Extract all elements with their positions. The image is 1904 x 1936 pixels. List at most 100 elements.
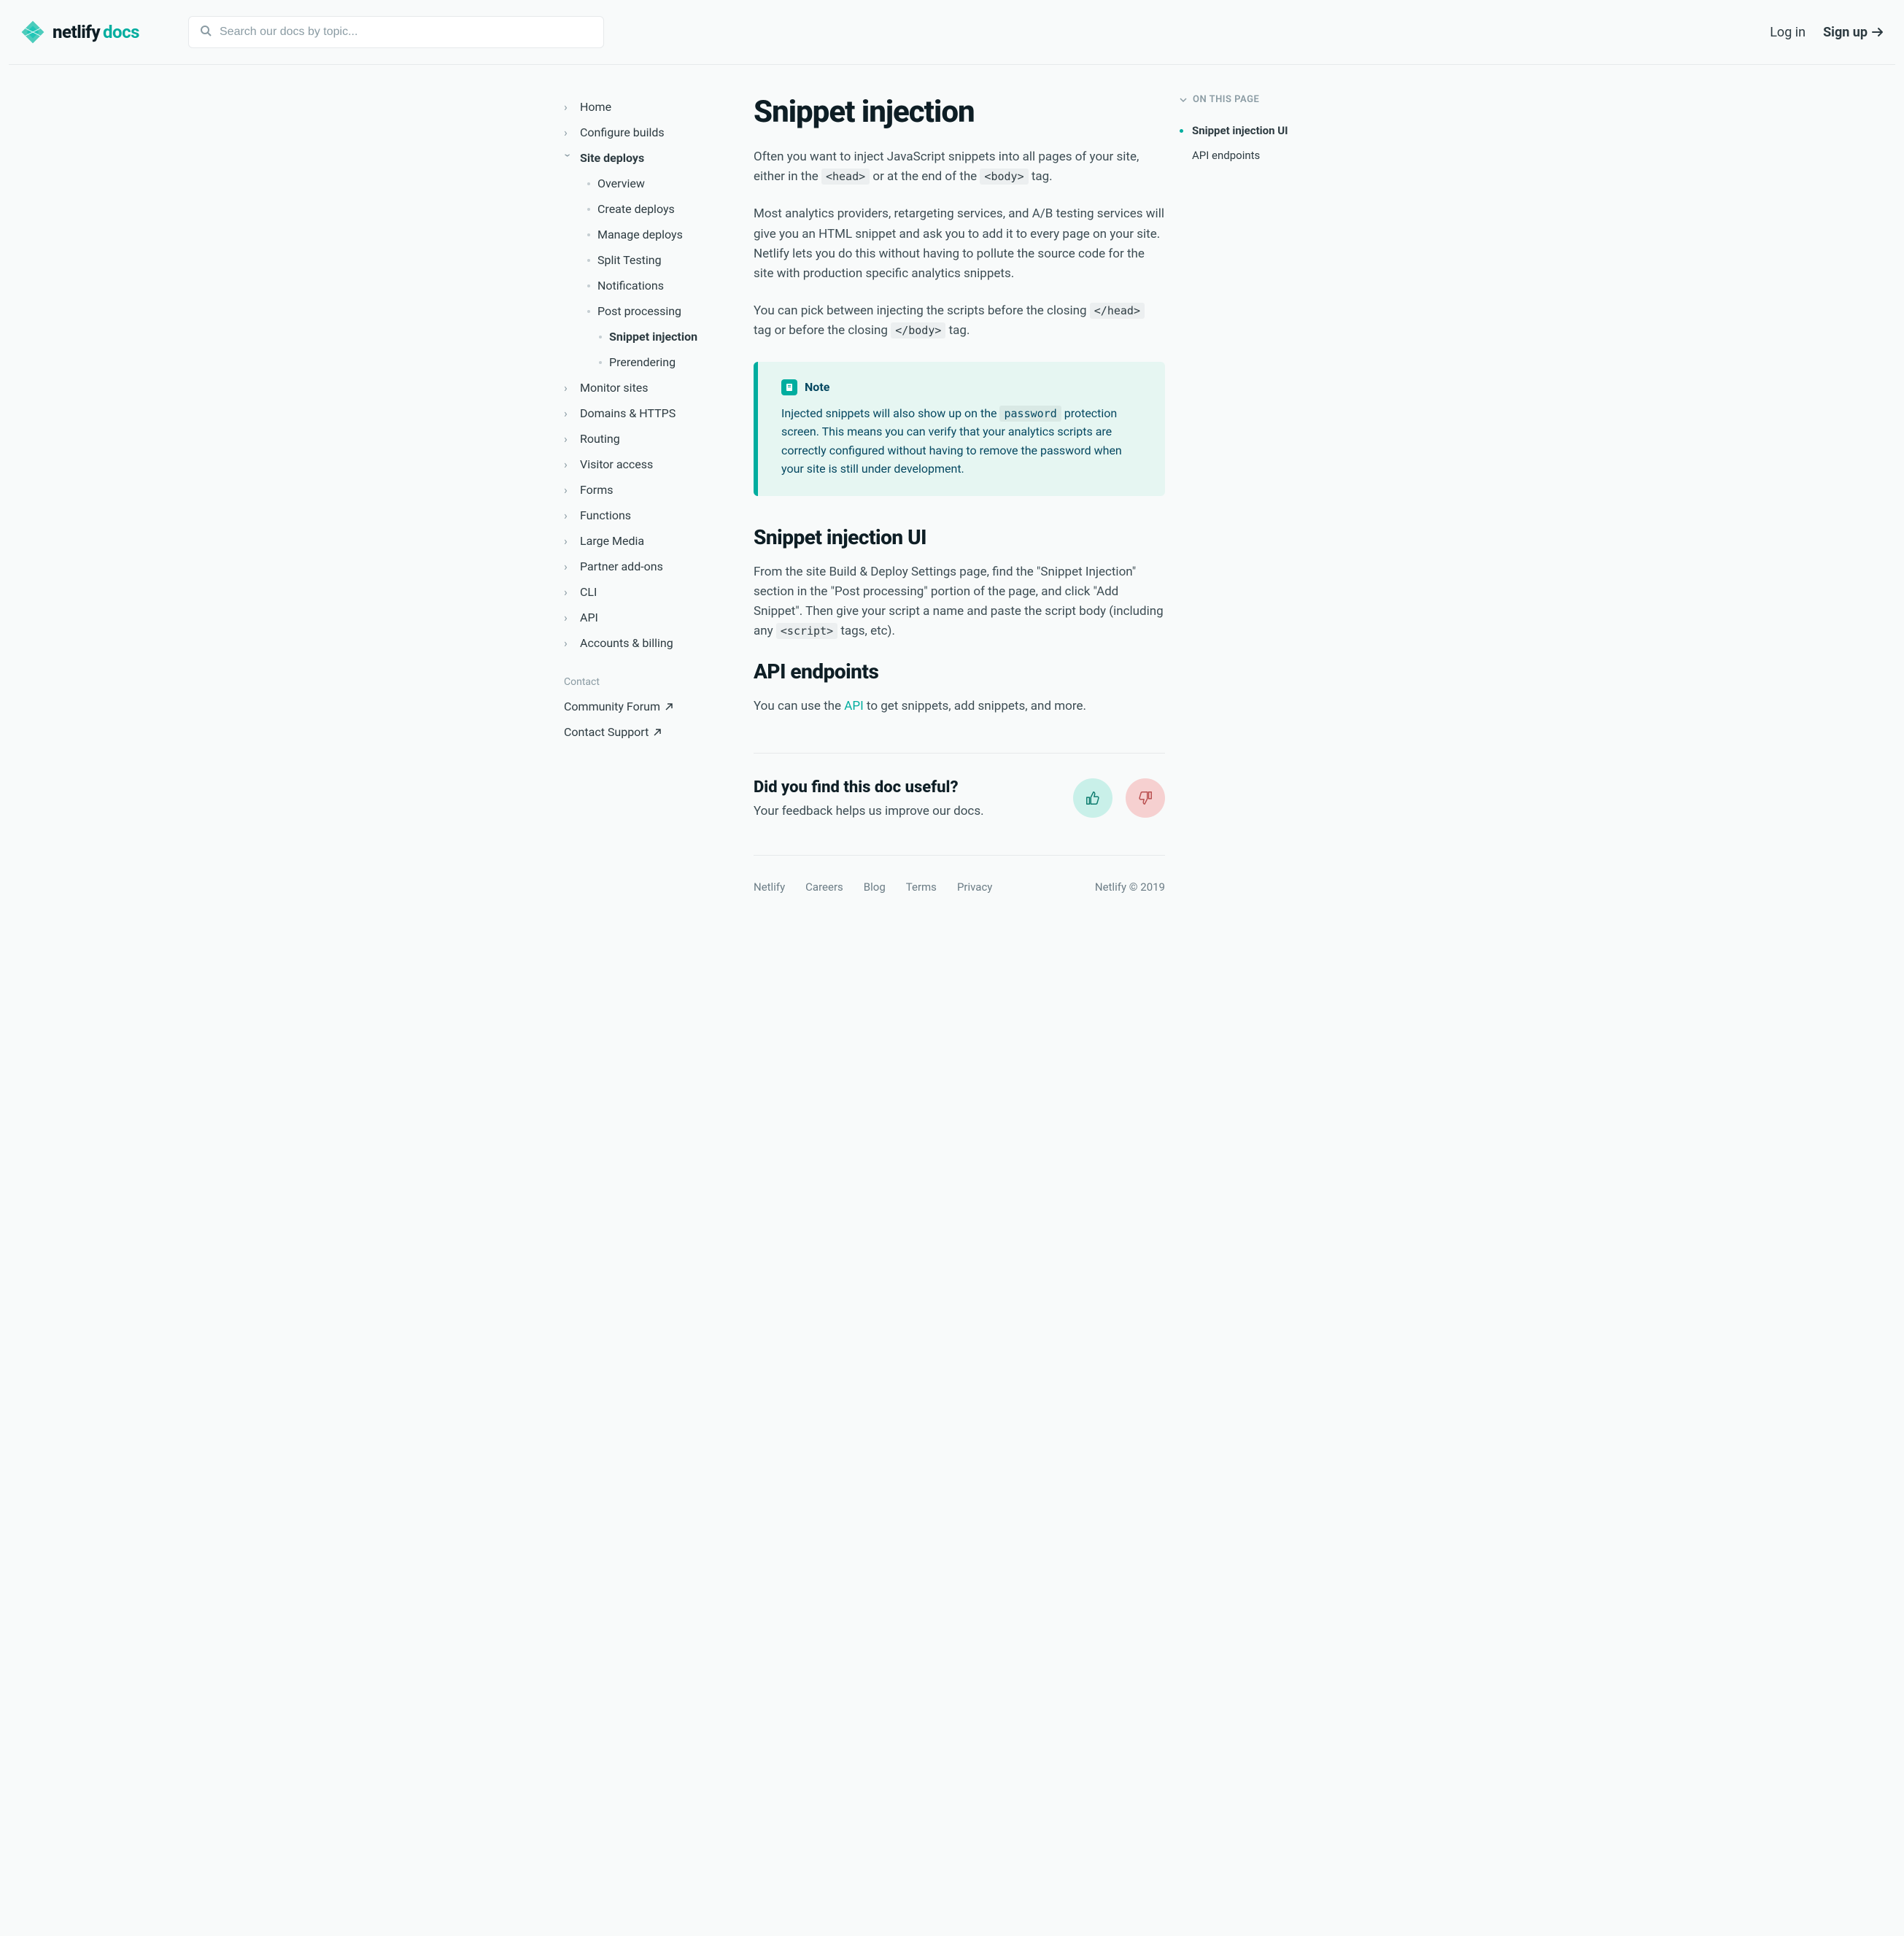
sidebar-item-label: Partner add-ons <box>580 559 663 573</box>
chevron-right-icon: › <box>564 457 573 471</box>
sidebar-item-partner-addons[interactable]: › Partner add-ons <box>564 554 739 579</box>
sidebar-contact-label: Contact <box>564 656 739 694</box>
api-link[interactable]: API <box>844 699 863 713</box>
toc-item-label: API endpoints <box>1192 149 1260 162</box>
dot-icon <box>587 233 590 236</box>
sidebar-item-label: Monitor sites <box>580 381 649 395</box>
chevron-right-icon: › <box>564 559 573 573</box>
external-link-icon <box>653 728 662 737</box>
toc-item-label: Snippet injection UI <box>1192 124 1288 137</box>
dot-icon <box>587 310 590 313</box>
sidebar-item-label: Configure builds <box>580 125 665 139</box>
logo[interactable]: netlify docs <box>20 20 188 44</box>
sidebar-sub-label: Split Testing <box>597 253 662 267</box>
section-api-endpoints: API endpoints <box>754 659 1165 684</box>
chevron-right-icon: › <box>564 432 573 446</box>
sidebar-item-functions[interactable]: ›Functions <box>564 503 739 528</box>
sidebar-subsub-label: Snippet injection <box>609 330 697 344</box>
contact-community-forum[interactable]: Community Forum <box>564 694 739 719</box>
sidebar-item-site-deploys[interactable]: › Site deploys <box>564 145 739 171</box>
footer-link-privacy[interactable]: Privacy <box>957 880 992 894</box>
site-header: netlify docs Log in Sign up <box>0 0 1904 64</box>
feedback-section: Did you find this doc useful? Your feedb… <box>754 778 1165 818</box>
sidebar-item-accounts-billing[interactable]: ›Accounts & billing <box>564 630 739 656</box>
chevron-right-icon: › <box>564 100 573 114</box>
chevron-down-icon: › <box>562 154 576 163</box>
note-icon <box>781 379 797 395</box>
footer-link-blog[interactable]: Blog <box>864 880 886 894</box>
footer-link-careers[interactable]: Careers <box>805 880 843 894</box>
sidebar-sub-post-processing[interactable]: Post processing <box>564 298 739 324</box>
sidebar-sub-overview[interactable]: Overview <box>564 171 739 196</box>
signup-link[interactable]: Sign up <box>1823 25 1884 40</box>
sidebar-item-label: Site deploys <box>580 151 644 165</box>
toc-header[interactable]: ON THIS PAGE <box>1180 94 1340 105</box>
chevron-down-icon <box>1180 96 1187 104</box>
thumbs-up-icon <box>1085 790 1101 806</box>
sidebar-item-label: Domains & HTTPS <box>580 406 676 420</box>
code-head: <head> <box>821 169 870 185</box>
dot-icon <box>587 259 590 262</box>
sidebar-item-large-media[interactable]: ›Large Media <box>564 528 739 554</box>
section-api-paragraph: You can use the API to get snippets, add… <box>754 697 1165 716</box>
sidebar-item-api[interactable]: › API <box>564 605 739 630</box>
sidebar-subsub-snippet-injection[interactable]: Snippet injection <box>564 324 739 349</box>
sidebar-item-label: Home <box>580 100 611 114</box>
sidebar-item-label: Forms <box>580 483 614 497</box>
dot-icon <box>599 336 602 338</box>
contact-support[interactable]: Contact Support <box>564 719 739 745</box>
sidebar-item-monitor-sites[interactable]: ›Monitor sites <box>564 375 739 400</box>
feedback-title: Did you find this doc useful? <box>754 778 984 797</box>
note-callout: Note Injected snippets will also show up… <box>754 362 1165 496</box>
code-script: <script> <box>776 623 837 639</box>
chevron-right-icon: › <box>564 585 573 599</box>
note-title: Note <box>805 380 829 394</box>
dot-icon <box>599 361 602 364</box>
sidebar-sub-label: Notifications <box>597 279 664 293</box>
dot-icon <box>587 182 590 185</box>
chevron-right-icon: › <box>564 611 573 624</box>
toc-item-api-endpoints[interactable]: API endpoints <box>1180 143 1340 168</box>
footer-link-netlify[interactable]: Netlify <box>754 880 785 894</box>
thumbs-down-button[interactable] <box>1126 778 1165 818</box>
sidebar-item-domains-https[interactable]: › Domains & HTTPS <box>564 400 739 426</box>
footer-link-terms[interactable]: Terms <box>906 880 937 894</box>
main-content: Snippet injection Often you want to inje… <box>754 94 1165 894</box>
chevron-right-icon: › <box>564 534 573 548</box>
toc-item-snippet-injection-ui[interactable]: Snippet injection UI <box>1180 118 1340 143</box>
chevron-right-icon: › <box>564 406 573 420</box>
arrow-right-icon <box>1872 27 1884 37</box>
sidebar-item-cli[interactable]: › CLI <box>564 579 739 605</box>
sidebar-sub-label: Manage deploys <box>597 228 683 241</box>
copyright: Netlify © 2019 <box>1095 880 1165 894</box>
intro-paragraph-1: Often you want to inject JavaScript snip… <box>754 147 1165 187</box>
contact-link-label: Community Forum <box>564 700 660 713</box>
sidebar-item-forms[interactable]: › Forms <box>564 477 739 503</box>
sidebar-item-configure-builds[interactable]: › Configure builds <box>564 120 739 145</box>
toc-header-label: ON THIS PAGE <box>1193 94 1259 105</box>
intro-paragraph-3: You can pick between injecting the scrip… <box>754 301 1165 341</box>
chevron-right-icon: › <box>564 125 573 139</box>
sidebar-item-label: CLI <box>580 585 597 599</box>
sidebar-item-routing[interactable]: › Routing <box>564 426 739 452</box>
search-input[interactable] <box>188 16 604 48</box>
login-link[interactable]: Log in <box>1770 25 1806 40</box>
sidebar-subsub-prerendering[interactable]: Prerendering <box>564 349 739 375</box>
sidebar-sub-split-testing[interactable]: Split Testing <box>564 247 739 273</box>
sidebar-sub-manage-deploys[interactable]: Manage deploys <box>564 222 739 247</box>
sidebar: › Home › Configure builds › Site deploys… <box>564 94 739 894</box>
sidebar-item-home[interactable]: › Home <box>564 94 739 120</box>
sidebar-sub-create-deploys[interactable]: Create deploys <box>564 196 739 222</box>
sidebar-item-visitor-access[interactable]: ›Visitor access <box>564 452 739 477</box>
chevron-right-icon: › <box>564 483 573 497</box>
sidebar-item-label: Routing <box>580 432 620 446</box>
code-body-close: </body> <box>891 322 945 338</box>
thumbs-up-button[interactable] <box>1073 778 1112 818</box>
chevron-right-icon: › <box>564 508 573 522</box>
thumbs-down-icon <box>1137 790 1153 806</box>
sidebar-sub-notifications[interactable]: Notifications <box>564 273 739 298</box>
sidebar-item-label: Accounts & billing <box>580 636 673 650</box>
section-snippet-injection-ui: Snippet injection UI <box>754 525 1165 549</box>
table-of-contents: ON THIS PAGE Snippet injection UI API en… <box>1180 94 1340 894</box>
sidebar-item-label: API <box>580 611 598 624</box>
